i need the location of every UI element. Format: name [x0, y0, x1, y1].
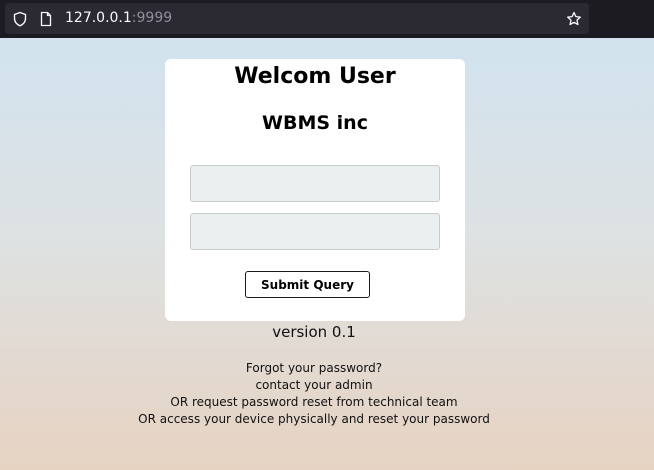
url-text[interactable]: 127.0.0.1:9999	[65, 10, 172, 27]
url-bar[interactable]: 127.0.0.1:9999	[5, 3, 589, 34]
help-line: OR request password reset from technical…	[170, 395, 458, 409]
url-port: :9999	[131, 10, 173, 26]
password-help: Forgot your password? contact your admin…	[0, 360, 628, 428]
page-icon[interactable]	[38, 11, 54, 27]
help-line: contact your admin	[255, 378, 373, 392]
username-input[interactable]	[190, 165, 440, 202]
submit-button[interactable]: Submit Query	[245, 271, 370, 298]
company-name: WBMS inc	[262, 112, 368, 134]
url-host: 127.0.0.1	[65, 10, 132, 26]
version-label: version 0.1	[272, 323, 356, 341]
password-input[interactable]	[190, 213, 440, 250]
star-icon[interactable]	[566, 11, 582, 27]
browser-toolbar: 127.0.0.1:9999	[0, 0, 654, 38]
page-title: Welcom User	[234, 64, 396, 89]
help-line: OR access your device physically and res…	[138, 412, 490, 426]
help-line: Forgot your password?	[245, 361, 383, 375]
shield-icon[interactable]	[12, 11, 28, 27]
login-card: Welcom User WBMS inc Submit Query	[165, 59, 465, 321]
